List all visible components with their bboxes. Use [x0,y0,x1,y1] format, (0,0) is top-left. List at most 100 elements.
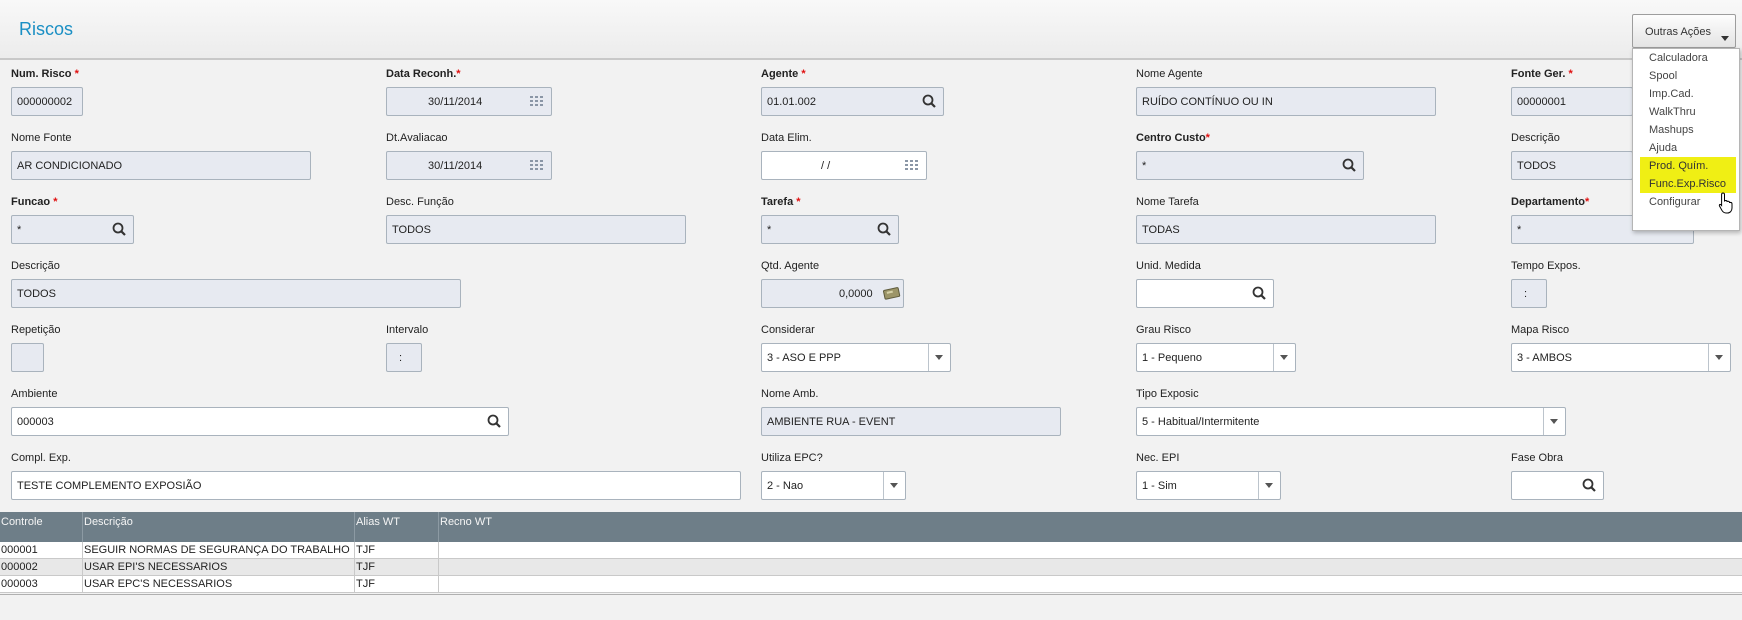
fase-obra-input[interactable] [1511,471,1604,500]
search-icon[interactable] [1249,280,1271,307]
outras-acoes-button[interactable]: Outras Ações [1632,14,1736,48]
calendar-icon[interactable] [905,160,919,171]
search-icon[interactable] [1579,472,1601,499]
menu-item-imp-cad[interactable]: Imp.Cad. [1640,85,1736,103]
qtd-agente-value: 0,0000 [839,288,873,300]
required-mark: * [1584,196,1590,208]
menu-item-spool[interactable]: Spool [1640,67,1736,85]
menu-item-calculadora[interactable]: Calculadora [1640,49,1736,67]
tarefa-input[interactable]: * [761,215,899,244]
tempo-expos-input[interactable]: : [1511,279,1547,308]
required-mark: * [456,68,461,80]
considerar-value: 3 - ASO E PPP [767,352,841,364]
num-risco-label: Num. Risco [11,68,72,80]
nome-agente-input[interactable]: RUÍDO CONTÍNUO OU IN [1136,87,1436,116]
tipo-exposic-label: Tipo Exposic [1136,388,1199,400]
fase-obra-label: Fase Obra [1511,452,1563,464]
col-header-alias-wt[interactable]: Alias WT [356,516,400,528]
hand-cursor-icon [1718,192,1733,214]
calculator-icon[interactable] [880,280,902,307]
considerar-select[interactable]: 3 - ASO E PPP [761,343,951,372]
utiliza-epc-select[interactable]: 2 - Nao [761,471,906,500]
dt-avaliacao-value: 30/11/2014 [428,160,483,172]
descricao-cc-input[interactable]: TODOS [1511,151,1633,180]
dt-avaliacao-input[interactable]: 30/11/2014 [386,151,552,180]
desc-funcao-input[interactable]: TODOS [386,215,686,244]
funcao-input[interactable]: * [11,215,134,244]
ambiente-input[interactable]: 000003 [11,407,509,436]
ambiente-label: Ambiente [11,388,58,400]
nome-fonte-input[interactable]: AR CONDICIONADO [11,151,311,180]
search-icon[interactable] [874,216,896,243]
intervalo-input[interactable]: : [386,343,422,372]
calendar-icon[interactable] [530,160,544,171]
search-icon[interactable] [109,216,131,243]
tipo-exposic-select[interactable]: 5 - Habitual/Intermitente [1136,407,1566,436]
menu-item-ajuda[interactable]: Ajuda [1640,139,1736,157]
data-reconh-input[interactable]: 30/11/2014 [386,87,552,116]
col-header-controle[interactable]: Controle [1,516,43,528]
nome-amb-label: Nome Amb. [761,388,819,400]
chevron-down-icon[interactable] [928,344,950,371]
search-icon[interactable] [919,88,941,115]
tempo-expos-label: Tempo Expos. [1511,260,1581,272]
chevron-down-icon[interactable] [1543,408,1565,435]
grau-risco-label: Grau Risco [1136,324,1192,336]
table-row[interactable]: 000002 USAR EPI'S NECESSARIOS TJF [0,559,1742,576]
desc-funcao-label: Desc. Função [386,196,454,208]
utiliza-epc-label: Utiliza EPC? [761,452,823,464]
required-mark: * [1205,132,1210,144]
table-row[interactable]: 000001 SEGUIR NORMAS DE SEGURANÇA DO TRA… [0,542,1742,559]
cell-controle: 000001 [1,544,38,556]
compl-exp-input[interactable]: TESTE COMPLEMENTO EXPOSIÃO [11,471,741,500]
data-elim-value: / / [821,160,831,172]
col-header-descricao[interactable]: Descrição [84,516,133,528]
data-elim-input[interactable]: / / [761,151,927,180]
fonte-ger-input[interactable]: 00000001 [1511,87,1633,116]
dt-avaliacao-label: Dt.Avaliacao [386,132,448,144]
chevron-down-icon[interactable] [1273,344,1295,371]
chevron-down-icon[interactable] [883,472,905,499]
num-risco-input[interactable]: 000000002 [11,87,83,116]
mapa-risco-select[interactable]: 3 - AMBOS [1511,343,1731,372]
nec-epi-value: 1 - Sim [1142,480,1177,492]
search-icon[interactable] [484,408,506,435]
nome-amb-input[interactable]: AMBIENTE RUA - EVENT [761,407,1061,436]
table-row[interactable]: 000003 USAR EPC'S NECESSARIOS TJF [0,576,1742,593]
menu-item-func-exp-risco[interactable]: Func.Exp.Risco [1640,175,1736,193]
required-mark: * [801,68,806,80]
cell-alias-wt: TJF [356,578,375,590]
centro-custo-input[interactable]: * [1136,151,1364,180]
fonte-ger-label: Fonte Ger. [1511,68,1566,80]
nome-agente-label: Nome Agente [1136,68,1203,80]
grid-header: Controle Descrição Alias WT Recno WT [0,512,1742,542]
menu-item-walkthru[interactable]: WalkThru [1640,103,1736,121]
mapa-risco-value: 3 - AMBOS [1517,352,1573,364]
agente-input[interactable]: 01.01.002 [761,87,944,116]
search-icon[interactable] [1339,152,1361,179]
unid-medida-input[interactable] [1136,279,1274,308]
chevron-down-icon[interactable] [1708,344,1730,371]
calendar-icon[interactable] [530,96,544,107]
menu-item-mashups[interactable]: Mashups [1640,121,1736,139]
grau-risco-select[interactable]: 1 - Pequeno [1136,343,1296,372]
departamento-label: Departamento [1511,196,1585,208]
cell-descricao: SEGUIR NORMAS DE SEGURANÇA DO TRABALHO [84,544,350,556]
descricao-input[interactable]: TODOS [11,279,461,308]
repeticao-input[interactable] [11,343,44,372]
mapa-risco-label: Mapa Risco [1511,324,1570,336]
data-reconh-value: 30/11/2014 [428,96,483,108]
nec-epi-select[interactable]: 1 - Sim [1136,471,1281,500]
chevron-down-icon[interactable] [1258,472,1280,499]
menu-item-prod-quim[interactable]: Prod. Quím. [1640,157,1736,175]
nome-fonte-label: Nome Fonte [11,132,72,144]
nome-tarefa-input[interactable]: TODAS [1136,215,1436,244]
centro-custo-label: Centro Custo [1136,132,1206,144]
col-header-recno-wt[interactable]: Recno WT [440,516,492,528]
repeticao-label: Repetição [11,324,61,336]
risk-form: Num. Risco * 000000002 Data Reconh.* 30/… [0,62,1742,512]
unid-medida-label: Unid. Medida [1136,260,1201,272]
cell-controle: 000003 [1,578,38,590]
qtd-agente-input[interactable]: 0,0000 [761,279,904,308]
descricao-label: Descrição [11,260,60,272]
